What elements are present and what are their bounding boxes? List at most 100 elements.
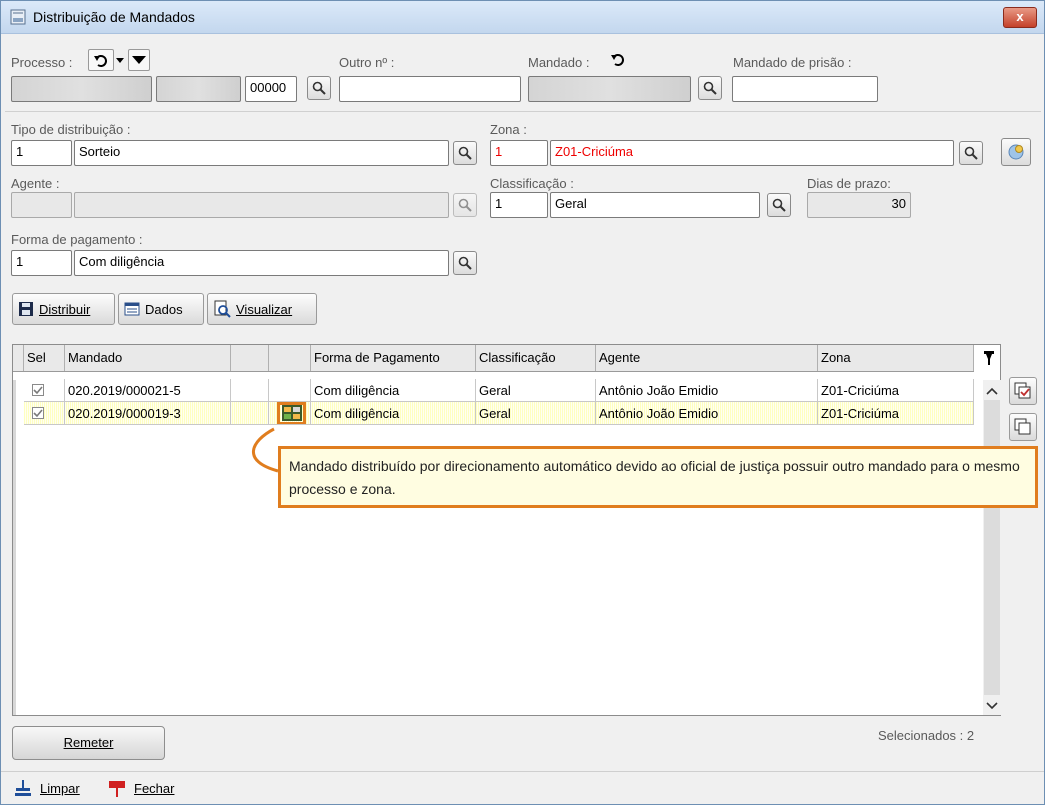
mandado-cell: 020.2019/000019-3 <box>65 402 231 425</box>
agente-value-field[interactable] <box>74 192 449 218</box>
processo-menu-button[interactable] <box>114 49 126 69</box>
dados-label: Dados <box>145 301 183 317</box>
search-icon <box>772 198 786 212</box>
zona-config-button[interactable] <box>1001 138 1031 166</box>
triangle-down-icon <box>132 56 146 64</box>
search-icon <box>964 146 978 160</box>
table-row[interactable]: 020.2019/000021-5 Com diligência Geral A… <box>24 379 974 402</box>
forma-cell: Com diligência <box>311 379 476 402</box>
tipo-label: Tipo de distribuição : <box>11 122 131 137</box>
dias-field: 30 <box>807 192 911 218</box>
selecionados-count: Selecionados : 2 <box>878 728 975 743</box>
select-all-icon <box>1014 382 1031 399</box>
tipo-code-field[interactable]: 1 <box>11 140 72 166</box>
remeter-button[interactable]: Remeter <box>12 726 165 760</box>
search-icon <box>458 256 472 270</box>
search-icon <box>458 146 472 160</box>
classificacao-search-button[interactable] <box>767 193 791 217</box>
agente-code-field[interactable] <box>11 192 72 218</box>
auto-direction-icon[interactable] <box>282 405 302 421</box>
processo-label: Processo : <box>11 55 73 70</box>
row-select-cell[interactable] <box>24 379 65 402</box>
row-checkbox[interactable] <box>32 407 44 419</box>
copy-selection-button[interactable] <box>1009 413 1037 441</box>
tipo-value-field[interactable]: Sorteio <box>74 140 449 166</box>
agente-label: Agente : <box>11 176 60 191</box>
processo-reset-button[interactable] <box>88 49 114 71</box>
distribuicao-window: Distribuição de Mandados x Processo : 00… <box>0 0 1045 805</box>
agente-cell: Antônio João Emidio <box>596 379 818 402</box>
check-icon <box>33 386 43 395</box>
col-agente[interactable]: Agente <box>596 345 818 371</box>
row-checkbox[interactable] <box>32 384 44 396</box>
outro-field[interactable] <box>339 76 521 102</box>
processo-field-3[interactable]: 00000 <box>245 76 297 102</box>
exit-sign-icon <box>109 781 125 797</box>
mandado-reset-button[interactable] <box>607 49 629 69</box>
col-blank-1[interactable] <box>231 345 269 371</box>
select-all-button[interactable] <box>1009 377 1037 405</box>
zona-value-field[interactable]: Z01-Criciúma <box>550 140 954 166</box>
row-select-cell[interactable] <box>24 402 65 425</box>
processo-dropdown-button[interactable] <box>128 49 150 71</box>
classificacao-value-field[interactable]: Geral <box>550 192 760 218</box>
classificacao-code-field[interactable]: 1 <box>490 192 548 218</box>
col-forma[interactable]: Forma de Pagamento <box>311 345 476 371</box>
limpar-button[interactable]: Limpar <box>14 779 80 797</box>
distribuir-button[interactable]: Distribuir <box>12 293 115 325</box>
col-mandado[interactable]: Mandado <box>65 345 231 371</box>
blank-cell <box>231 402 269 425</box>
close-button[interactable]: x <box>1003 7 1037 28</box>
col-sel[interactable]: Sel <box>24 345 65 371</box>
col-zona[interactable]: Zona <box>818 345 974 371</box>
zona-search-button[interactable] <box>959 141 983 165</box>
grid-header-indicator <box>13 345 24 371</box>
forma-search-button[interactable] <box>453 251 477 275</box>
app-icon <box>10 9 26 25</box>
preview-icon <box>214 300 231 318</box>
auto-direction-highlight <box>277 402 306 424</box>
chevron-down-icon <box>116 58 124 63</box>
zona-code-field[interactable]: 1 <box>490 140 548 166</box>
col-blank-2[interactable] <box>269 345 311 371</box>
forma-value-field[interactable]: Com diligência <box>74 250 449 276</box>
tooltip-text: Mandado distribuído por direcionamento a… <box>289 458 1020 497</box>
table-row[interactable]: 020.2019/000019-3 Com diligência Geral A… <box>24 402 974 425</box>
tipo-search-button[interactable] <box>453 141 477 165</box>
title-bar: Distribuição de Mandados x <box>1 1 1044 34</box>
dados-button[interactable]: Dados <box>118 293 204 325</box>
blank-cell <box>231 379 269 402</box>
classificacao-cell: Geral <box>476 402 596 425</box>
col-classificacao[interactable]: Classificação <box>476 345 596 371</box>
mandado-search-button[interactable] <box>698 76 722 100</box>
window-title: Distribuição de Mandados <box>33 9 195 25</box>
prisao-field[interactable] <box>732 76 878 102</box>
icon-cell <box>269 402 311 425</box>
mandado-label: Mandado : <box>528 55 590 70</box>
forma-code-field[interactable]: 1 <box>11 250 72 276</box>
classificacao-label: Classificação : <box>490 176 574 191</box>
distribuir-label: Distribuir <box>39 301 91 317</box>
save-icon <box>19 302 33 316</box>
processo-field-2[interactable] <box>156 76 241 102</box>
grid-scrollbar[interactable] <box>983 380 1001 715</box>
agente-search-button[interactable] <box>453 193 477 217</box>
row-indicator-column <box>13 380 16 715</box>
fechar-button[interactable]: Fechar <box>108 779 174 797</box>
visualizar-button[interactable]: Visualizar <box>207 293 317 325</box>
filter-icon[interactable] <box>983 351 995 365</box>
mandados-grid[interactable]: Sel Mandado Forma de Pagamento Classific… <box>12 344 1001 716</box>
broom-icon <box>15 780 31 796</box>
bottom-bar: Limpar Fechar <box>1 771 1044 806</box>
visualizar-label: Visualizar <box>236 301 293 317</box>
mandado-field[interactable] <box>528 76 691 102</box>
scroll-track[interactable] <box>984 400 1000 695</box>
chevron-down-icon[interactable] <box>986 701 998 711</box>
chevron-up-icon[interactable] <box>986 386 998 396</box>
processo-field-1[interactable] <box>11 76 152 102</box>
remeter-label: Remeter <box>63 735 114 750</box>
undo-icon <box>94 55 107 67</box>
outro-label: Outro nº : <box>339 55 395 70</box>
gear-globe-icon <box>1008 144 1024 160</box>
processo-search-button[interactable] <box>307 76 331 100</box>
